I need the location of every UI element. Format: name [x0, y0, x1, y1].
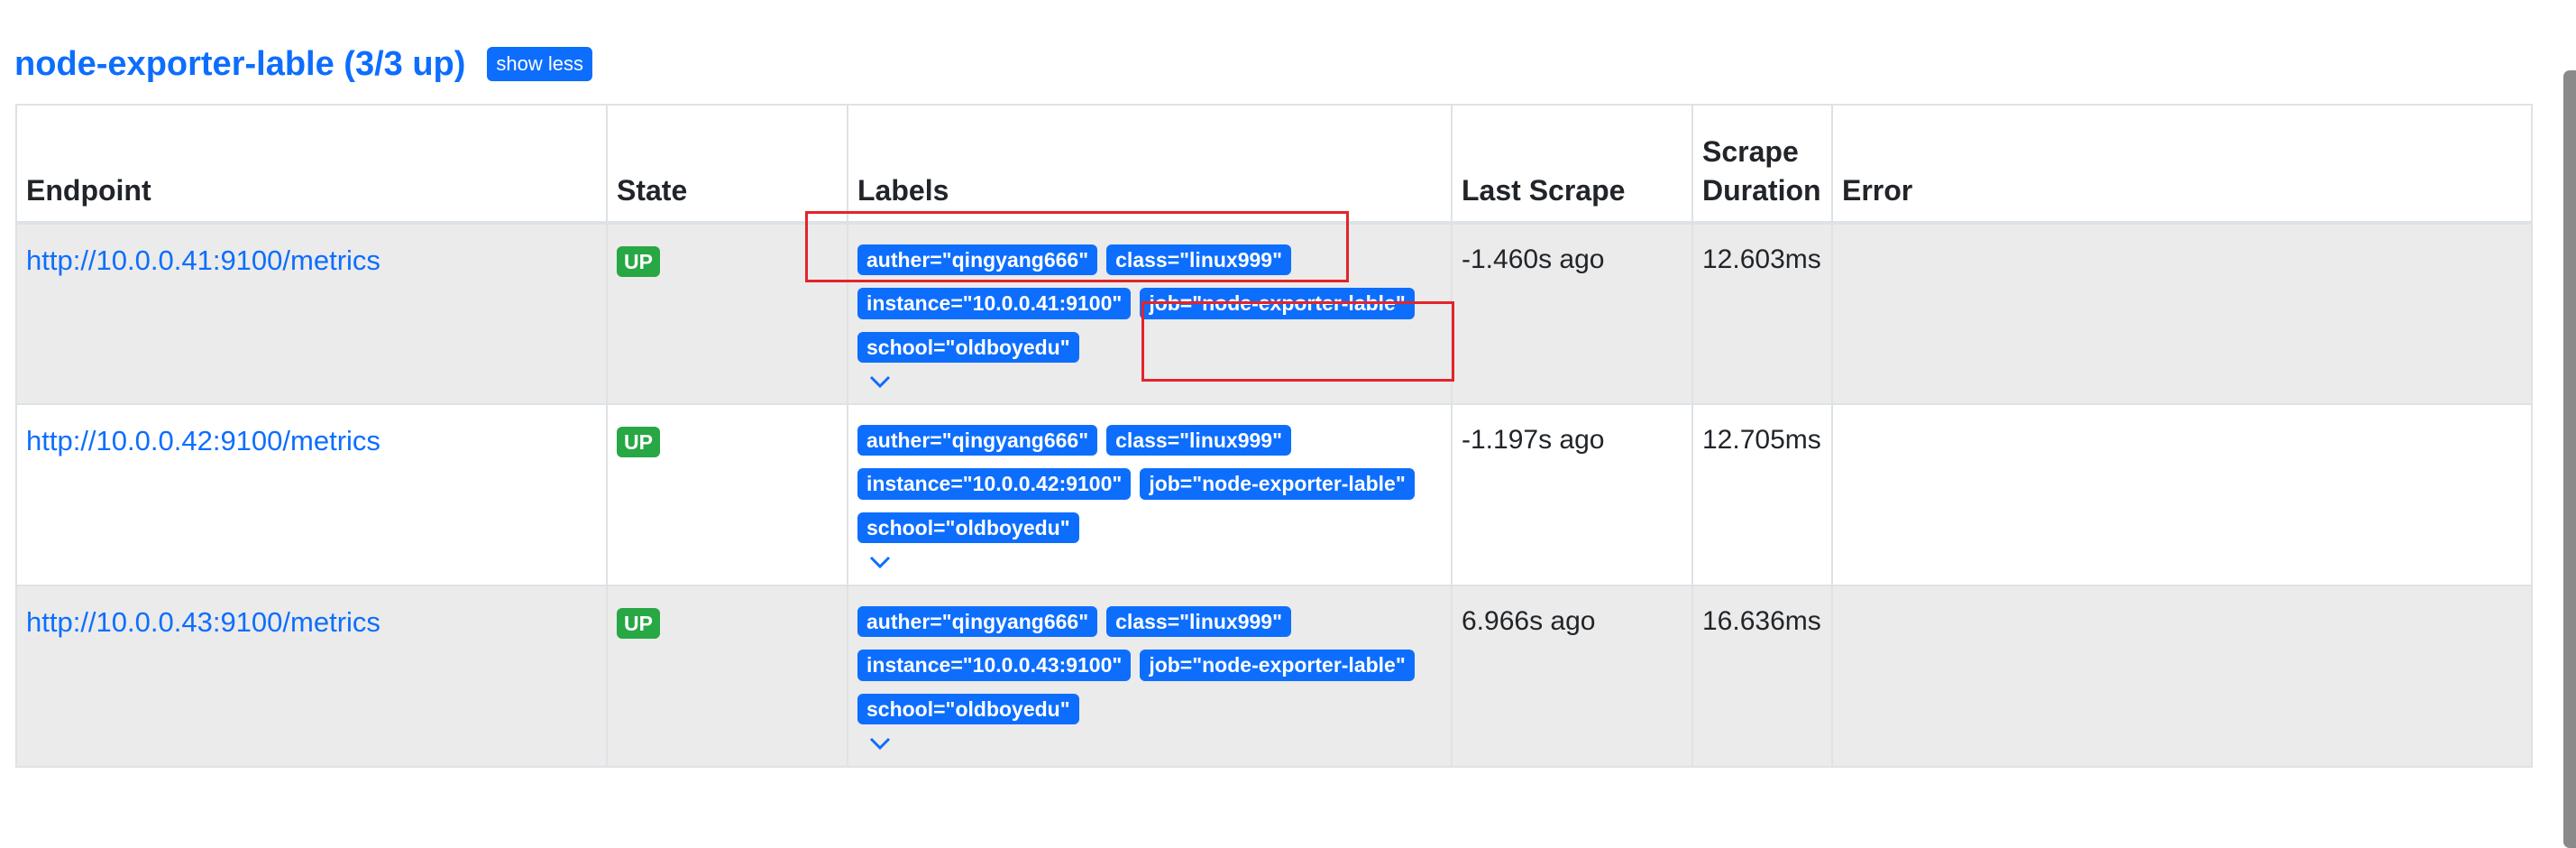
label-badge-job: job="node-exporter-lable" [1140, 650, 1415, 681]
scrape-duration-cell: 16.636ms [1691, 585, 1833, 768]
scrape-duration-cell: 12.705ms [1691, 403, 1833, 586]
label-badge-instance: instance="10.0.0.42:9100" [857, 468, 1132, 500]
state-cell: UP [606, 403, 848, 586]
label-badge-auther: auther="qingyang666" [857, 606, 1098, 638]
highlight-box-school-label [1141, 301, 1454, 382]
endpoint-link[interactable]: http://10.0.0.42:9100/metrics [26, 425, 380, 456]
chevron-down-icon[interactable] [868, 735, 892, 751]
endpoint-cell: http://10.0.0.43:9100/metrics [15, 585, 608, 768]
labels-cell: auther="qingyang666" class="linux999" in… [847, 403, 1453, 586]
label-badge-class: class="linux999" [1106, 606, 1291, 638]
label-badge-job: job="node-exporter-lable" [1140, 468, 1415, 500]
endpoint-cell: http://10.0.0.41:9100/metrics [15, 222, 608, 405]
column-header-error: Error [1831, 104, 2533, 225]
label-badge-instance: instance="10.0.0.43:9100" [857, 650, 1132, 681]
column-header-scrape-duration: Scrape Duration [1691, 104, 1833, 225]
table-row: http://10.0.0.42:9100/metrics UP auther=… [15, 403, 2533, 586]
labels-list: auther="qingyang666" class="linux999" in… [857, 425, 1435, 543]
table-row: http://10.0.0.43:9100/metrics UP auther=… [15, 585, 2533, 768]
job-header: node-exporter-lable (3/3 up) show less [14, 41, 592, 87]
column-header-labels: Labels [847, 104, 1453, 225]
endpoint-cell: http://10.0.0.42:9100/metrics [15, 403, 608, 586]
label-badge-school: school="oldboyedu" [857, 512, 1079, 543]
label-badge-school: school="oldboyedu" [857, 693, 1079, 724]
column-header-state: State [606, 104, 848, 225]
show-less-button[interactable]: show less [487, 47, 592, 81]
label-badge-instance: instance="10.0.0.41:9100" [857, 288, 1132, 319]
highlight-box-custom-labels [805, 211, 1349, 282]
label-badge-class: class="linux999" [1106, 425, 1291, 456]
chevron-down-icon[interactable] [868, 554, 892, 570]
labels-list: auther="qingyang666" class="linux999" in… [857, 606, 1435, 724]
error-cell [1831, 403, 2533, 586]
label-badge-school: school="oldboyedu" [857, 331, 1079, 363]
error-cell [1831, 222, 2533, 405]
state-badge: UP [617, 427, 660, 457]
endpoint-link[interactable]: http://10.0.0.43:9100/metrics [26, 606, 380, 638]
state-cell: UP [606, 585, 848, 768]
last-scrape-cell: 6.966s ago [1451, 585, 1693, 768]
endpoint-link[interactable]: http://10.0.0.41:9100/metrics [26, 244, 380, 276]
label-badge-auther: auther="qingyang666" [857, 425, 1098, 456]
column-header-endpoint: Endpoint [15, 104, 608, 225]
job-title[interactable]: node-exporter-lable (3/3 up) [14, 45, 465, 84]
vertical-scrollbar[interactable] [2563, 70, 2576, 848]
error-cell [1831, 585, 2533, 768]
last-scrape-cell: -1.460s ago [1451, 222, 1693, 405]
state-badge: UP [617, 608, 660, 639]
column-header-last-scrape: Last Scrape [1451, 104, 1693, 225]
state-badge: UP [617, 246, 660, 277]
labels-cell: auther="qingyang666" class="linux999" in… [847, 585, 1453, 768]
last-scrape-cell: -1.197s ago [1451, 403, 1693, 586]
table-header-row: Endpoint State Labels Last Scrape Scrape… [15, 104, 2533, 225]
targets-table: Endpoint State Labels Last Scrape Scrape… [15, 104, 2533, 768]
scrape-duration-cell: 12.603ms [1691, 222, 1833, 405]
chevron-down-icon[interactable] [868, 373, 892, 390]
